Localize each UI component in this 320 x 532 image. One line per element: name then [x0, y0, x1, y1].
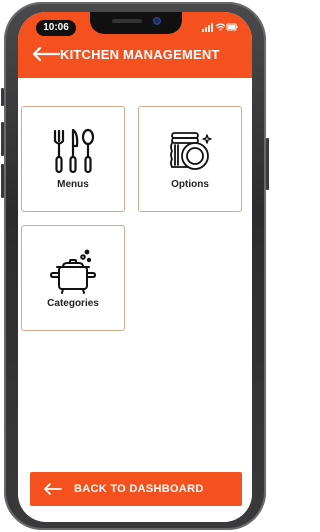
wifi-icon	[215, 23, 226, 31]
arrow-left-icon	[44, 483, 62, 495]
battery-icon	[226, 23, 238, 31]
back-to-dashboard-label: BACK TO DASHBOARD	[74, 483, 204, 495]
volume-down-button	[1, 164, 4, 198]
back-to-dashboard-button[interactable]: BACK TO DASHBOARD	[30, 472, 242, 506]
cutlery-icon	[53, 128, 95, 174]
menus-tile[interactable]: Menus	[21, 106, 125, 212]
menus-label: Menus	[57, 179, 89, 190]
categories-label: Categories	[47, 298, 99, 309]
mute-switch	[1, 88, 4, 106]
status-time: 10:06	[36, 20, 76, 36]
power-button	[266, 138, 269, 190]
speaker-grille	[112, 19, 142, 23]
signal-icon	[202, 23, 213, 32]
app-header: 10:06 KITCHEN MANAGEMENT	[18, 12, 252, 78]
options-label: Options	[171, 179, 209, 190]
plates-icon	[170, 132, 212, 170]
back-arrow-icon[interactable]	[32, 47, 60, 61]
page-title: KITCHEN MANAGEMENT	[60, 47, 220, 62]
front-camera	[153, 17, 161, 25]
app-screen: 10:06 KITCHEN MANAGEMENT Menus Options C…	[18, 12, 252, 522]
categories-tile[interactable]: Categories	[21, 225, 125, 331]
options-tile[interactable]: Options	[138, 106, 242, 212]
notch	[90, 12, 182, 34]
phone-frame: 10:06 KITCHEN MANAGEMENT Menus Options C…	[1, 2, 269, 530]
volume-up-button	[1, 122, 4, 156]
cooking-pot-icon	[50, 249, 96, 294]
status-icons	[202, 23, 238, 32]
